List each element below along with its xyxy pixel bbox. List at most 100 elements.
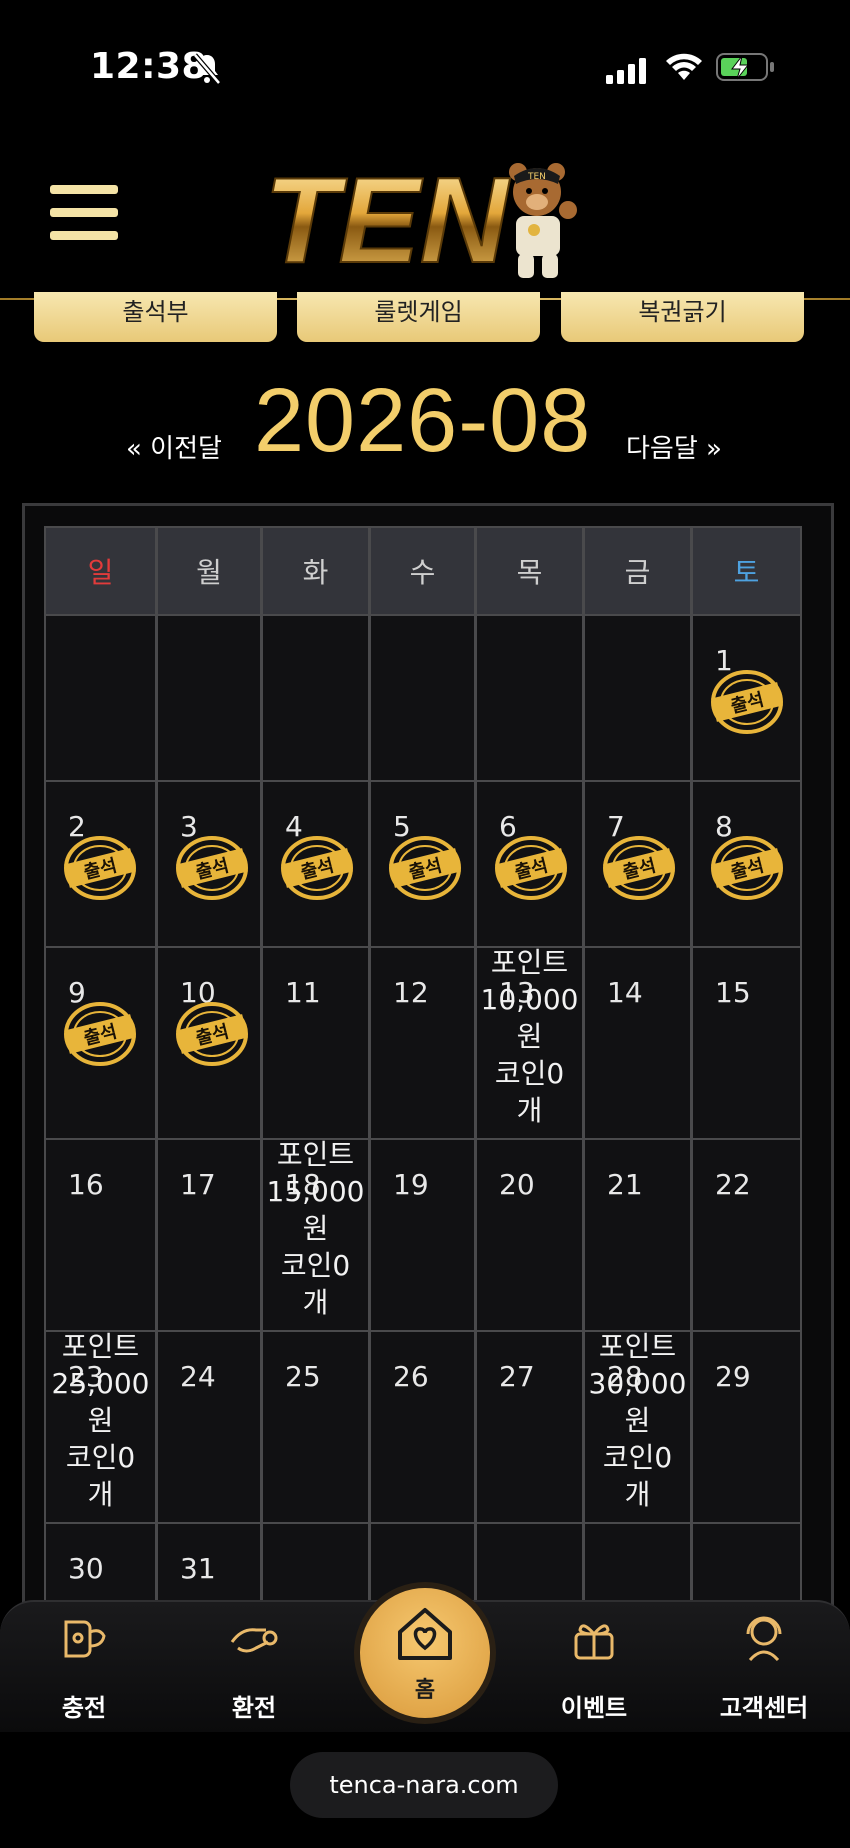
day-number: 11: [285, 976, 321, 1009]
calendar-day[interactable]: 28 포인트 30,000 원 코인0 개: [583, 1330, 692, 1524]
calendar-day[interactable]: 16: [44, 1138, 157, 1332]
attendance-stamp-icon: 출석: [64, 836, 136, 900]
calendar-day[interactable]: 27: [475, 1330, 584, 1524]
calendar-day[interactable]: 24: [156, 1330, 262, 1524]
reward-line: 포인트: [61, 1330, 140, 1363]
status-time: 12:38: [90, 46, 208, 87]
reward-line: 원: [302, 1212, 329, 1245]
calendar-day[interactable]: 18 포인트 15,000 원 코인0 개: [261, 1138, 370, 1332]
nav-support[interactable]: 고객센터: [704, 1602, 824, 1732]
reward-line: 포인트: [490, 946, 569, 979]
calendar-day[interactable]: 4 출석: [261, 780, 370, 948]
attendance-stamp-icon: 출석: [176, 1002, 248, 1066]
calendar-day[interactable]: 26: [369, 1330, 476, 1524]
calendar-day[interactable]: 17: [156, 1138, 262, 1332]
calendar-day[interactable]: 31: [156, 1522, 262, 1602]
deposit-icon: [64, 1620, 106, 1658]
day-number: 24: [180, 1360, 216, 1393]
calendar-week: 16 17 18 포인트 15,000 원 코인0 개 19 20 21 22: [44, 1138, 806, 1332]
nav-deposit[interactable]: 충전: [24, 1602, 144, 1732]
calendar-day[interactable]: 19: [369, 1138, 476, 1332]
calendar-day[interactable]: 7 출석: [583, 780, 692, 948]
battery-charging-icon: [716, 53, 774, 81]
calendar-day[interactable]: 5 출석: [369, 780, 476, 948]
calendar-empty-cell: [583, 1522, 692, 1602]
attendance-stamp-icon: 출석: [603, 836, 675, 900]
weekday-fri: 금: [583, 526, 692, 616]
tab-roulette[interactable]: 룰렛게임: [297, 292, 540, 342]
calendar-day[interactable]: 1 출석: [691, 614, 802, 782]
calendar-day[interactable]: 20: [475, 1138, 584, 1332]
calendar-week: 1 출석: [44, 614, 806, 782]
calendar-day[interactable]: 14: [583, 946, 692, 1140]
calendar-day[interactable]: 8 출석: [691, 780, 802, 948]
calendar-day[interactable]: 2 출석: [44, 780, 157, 948]
calendar-empty-cell: [261, 1522, 370, 1602]
weekday-thu: 목: [475, 526, 584, 616]
attendance-stamp-icon: 출석: [64, 1002, 136, 1066]
calendar-day[interactable]: 3 출석: [156, 780, 262, 948]
calendar-day[interactable]: 15: [691, 946, 802, 1140]
reward-info: 포인트 25,000 원 코인0 개: [46, 1328, 155, 1513]
calendar-week: 23 포인트 25,000 원 코인0 개 24 25 26 27 28 포인트 30,000 원 코인0 개…: [44, 1330, 806, 1524]
day-number: 31: [180, 1552, 216, 1585]
day-number: 27: [499, 1360, 535, 1393]
calendar-day[interactable]: 9 출석: [44, 946, 157, 1140]
month-title: 2026-08: [254, 371, 592, 471]
reward-line: 포인트: [598, 1330, 677, 1363]
reward-line: 10,000: [480, 983, 579, 1016]
calendar-empty-cell: [583, 614, 692, 782]
nav-event[interactable]: 이벤트: [534, 1602, 654, 1732]
calendar-week: 9 출석 10 출석 11 12 13 포인트 10,000 원 코인0 개 14 15: [44, 946, 806, 1140]
month-navigation: « 이전달 2026-08 다음달 »: [0, 370, 850, 480]
status-bar: 12:38: [0, 0, 850, 135]
calendar-empty-cell: [261, 614, 370, 782]
calendar-day[interactable]: 22: [691, 1138, 802, 1332]
day-number: 26: [393, 1360, 429, 1393]
calendar-day[interactable]: 23 포인트 25,000 원 코인0 개: [44, 1330, 157, 1524]
browser-url-bar[interactable]: tenca-nara.com: [290, 1752, 558, 1818]
next-month-link[interactable]: 다음달 »: [626, 428, 722, 465]
day-number: 21: [607, 1168, 643, 1201]
calendar-empty-cell: [156, 614, 262, 782]
calendar-day[interactable]: 25: [261, 1330, 370, 1524]
reward-line: 개: [87, 1478, 114, 1511]
menu-icon[interactable]: [50, 185, 118, 243]
calendar-day[interactable]: 6 출석: [475, 780, 584, 948]
reward-info: 포인트 30,000 원코인0 개: [585, 1328, 690, 1513]
reward-line: 30,000: [588, 1367, 687, 1400]
reward-line: 코인0: [280, 1249, 351, 1282]
calendar-day[interactable]: 29: [691, 1330, 802, 1524]
attendance-stamp-icon: 출석: [281, 836, 353, 900]
day-number: 30: [68, 1552, 104, 1585]
attendance-calendar: 일 월 화 수 목 금 토 1 출석 2 출석 3 출석 4 출석 5 출석 6 출석 7 출석 8 출석 9 출…: [44, 526, 806, 1602]
calendar-day[interactable]: 13 포인트 10,000 원 코인0 개: [475, 946, 584, 1140]
nav-home[interactable]: 홈: [360, 1588, 490, 1718]
weekday-sun: 일: [44, 526, 157, 616]
tab-lottery[interactable]: 복권긁기: [561, 292, 804, 342]
calendar-day[interactable]: 30: [44, 1522, 157, 1602]
day-number: 25: [285, 1360, 321, 1393]
nav-withdraw[interactable]: 환전: [194, 1602, 314, 1732]
weekday-header: 일 월 화 수 목 금 토: [44, 526, 806, 616]
prev-month-link[interactable]: « 이전달: [126, 428, 222, 465]
svg-text:TEN: TEN: [264, 152, 511, 285]
weekday-mon: 월: [156, 526, 262, 616]
calendar-day[interactable]: 10 출석: [156, 946, 262, 1140]
reward-info: 포인트 15,000 원 코인0 개: [263, 1136, 368, 1321]
reward-line: 개: [516, 1094, 543, 1127]
calendar-day[interactable]: 12: [369, 946, 476, 1140]
calendar-day[interactable]: 21: [583, 1138, 692, 1332]
home-heart-icon: [398, 1608, 452, 1660]
reward-line: 개: [624, 1478, 651, 1511]
reward-line: 25,000: [51, 1367, 150, 1400]
calendar-empty-cell: [475, 1522, 584, 1602]
reward-line: 코인0: [602, 1441, 673, 1474]
reward-line: 코인0: [494, 1057, 565, 1090]
tab-attendance[interactable]: 출석부: [34, 292, 277, 342]
brand-logo[interactable]: TEN TEN: [262, 150, 592, 285]
day-number: 16: [68, 1168, 104, 1201]
calendar-day[interactable]: 11: [261, 946, 370, 1140]
reward-line: 원: [624, 1404, 651, 1437]
day-number: 22: [715, 1168, 751, 1201]
